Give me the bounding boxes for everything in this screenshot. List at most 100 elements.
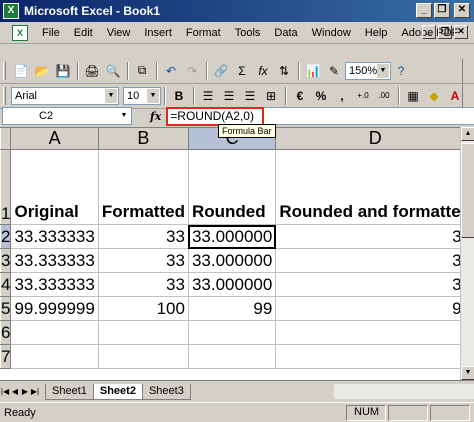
menu-tools[interactable]: Tools bbox=[235, 27, 261, 39]
cell-a1[interactable]: Original bbox=[10, 149, 99, 225]
cell-d1[interactable]: Rounded and formatted bbox=[275, 149, 474, 225]
menu-file[interactable]: File bbox=[42, 27, 60, 39]
menu-format[interactable]: Format bbox=[186, 27, 221, 39]
fill-color-icon[interactable]: ◆ bbox=[424, 86, 444, 106]
print-preview-icon[interactable]: 🔍 bbox=[103, 61, 123, 81]
close-button[interactable]: ✕ bbox=[454, 3, 470, 18]
cell-d4[interactable]: 33 bbox=[275, 272, 474, 297]
cell-a3[interactable]: 33.333333 bbox=[10, 248, 99, 273]
borders-icon[interactable]: ▦ bbox=[403, 86, 423, 106]
insert-function-label[interactable]: fx bbox=[150, 110, 161, 123]
name-box[interactable]: C2 ▼ bbox=[2, 107, 132, 125]
chevron-down-icon[interactable]: ▼ bbox=[105, 88, 117, 103]
align-center-icon[interactable]: ☰ bbox=[219, 86, 239, 106]
worksheet-grid[interactable]: A B C D 1 Original Formatted Rounded Rou… bbox=[0, 127, 474, 380]
cell-c5[interactable]: 99 bbox=[187, 296, 277, 321]
cell-c4[interactable]: 33.000000 bbox=[187, 272, 277, 297]
save-icon[interactable]: 💾 bbox=[53, 61, 73, 81]
chevron-down-icon[interactable]: ▼ bbox=[118, 109, 130, 123]
menu-window[interactable]: Window bbox=[312, 27, 351, 39]
open-icon[interactable]: 📂 bbox=[32, 61, 52, 81]
scroll-down-icon[interactable]: ▼ bbox=[461, 366, 474, 380]
cell-b4[interactable]: 33 bbox=[97, 272, 189, 297]
tab-sheet1[interactable]: Sheet1 bbox=[45, 383, 94, 400]
align-left-icon[interactable]: ☰ bbox=[198, 86, 218, 106]
hyperlink-icon[interactable]: 🔗 bbox=[211, 61, 231, 81]
bold-button[interactable]: B bbox=[169, 86, 189, 106]
decrease-decimal-button[interactable]: .00 bbox=[374, 86, 394, 106]
row-header-3[interactable]: 3 bbox=[0, 248, 12, 273]
menu-help[interactable]: Help bbox=[365, 27, 388, 39]
cell-c6[interactable] bbox=[187, 320, 277, 345]
column-header-a[interactable]: A bbox=[10, 127, 99, 150]
chart-wizard-icon[interactable]: 📊 bbox=[303, 61, 323, 81]
cell-d5[interactable]: 99 bbox=[275, 296, 474, 321]
first-sheet-icon[interactable]: |◀ bbox=[0, 387, 10, 396]
copy-icon[interactable]: ⧉ bbox=[132, 61, 152, 81]
autosum-icon[interactable]: Σ bbox=[232, 61, 252, 81]
cell-c3[interactable]: 33.000000 bbox=[187, 248, 277, 273]
restore-button[interactable]: ❐ bbox=[434, 3, 450, 18]
cell-d6[interactable] bbox=[275, 320, 474, 345]
cell-d7[interactable] bbox=[275, 344, 474, 369]
zoom-select[interactable]: 150% ▼ bbox=[345, 61, 391, 80]
row-header-5[interactable]: 5 bbox=[0, 296, 12, 321]
sort-ascending-icon[interactable]: ⇅ bbox=[274, 61, 294, 81]
row-header-6[interactable]: 6 bbox=[0, 320, 12, 345]
chevron-down-icon[interactable]: ▼ bbox=[147, 88, 159, 103]
cell-a4[interactable]: 33.333333 bbox=[10, 272, 99, 297]
row-header-2[interactable]: 2 bbox=[0, 224, 12, 249]
cell-b3[interactable]: 33 bbox=[97, 248, 189, 273]
currency-button[interactable]: € bbox=[290, 86, 310, 106]
help-icon[interactable]: ? bbox=[391, 61, 411, 81]
horizontal-scrollbar[interactable] bbox=[334, 384, 474, 399]
doc-close-button[interactable]: ✕ bbox=[454, 25, 468, 39]
scroll-up-icon[interactable]: ▲ bbox=[461, 127, 474, 141]
cell-c1[interactable]: Rounded bbox=[187, 149, 277, 225]
workbook-icon[interactable]: X bbox=[12, 24, 28, 41]
redo-icon[interactable]: ↷ bbox=[182, 61, 202, 81]
scroll-thumb[interactable] bbox=[461, 143, 474, 238]
increase-decimal-button[interactable]: +.0 bbox=[353, 86, 373, 106]
font-size-select[interactable]: 10 ▼ bbox=[123, 86, 161, 105]
tab-sheet2[interactable]: Sheet2 bbox=[92, 383, 143, 400]
row-header-7[interactable]: 7 bbox=[0, 344, 12, 369]
menu-data[interactable]: Data bbox=[274, 27, 297, 39]
cell-b7[interactable] bbox=[97, 344, 189, 369]
percent-button[interactable]: % bbox=[311, 86, 331, 106]
cell-a7[interactable] bbox=[10, 344, 99, 369]
cell-c7[interactable] bbox=[187, 344, 277, 369]
doc-minimize-button[interactable]: _ bbox=[422, 25, 436, 39]
last-sheet-icon[interactable]: ▶| bbox=[30, 387, 40, 396]
cell-b1[interactable]: Formatted bbox=[97, 149, 189, 225]
vertical-scrollbar[interactable]: ▲ ▼ bbox=[460, 127, 474, 380]
comma-button[interactable]: , bbox=[332, 86, 352, 106]
formula-input[interactable]: =ROUND(A2,0) bbox=[166, 106, 265, 126]
align-right-icon[interactable]: ☰ bbox=[240, 86, 260, 106]
cell-d3[interactable]: 33 bbox=[275, 248, 474, 273]
cell-b5[interactable]: 100 bbox=[97, 296, 189, 321]
column-header-b[interactable]: B bbox=[97, 127, 189, 150]
select-all[interactable] bbox=[0, 127, 12, 150]
doc-restore-button[interactable]: ❐ bbox=[438, 25, 452, 39]
toolbar-grip[interactable] bbox=[3, 61, 6, 80]
row-header-4[interactable]: 4 bbox=[0, 272, 12, 297]
prev-sheet-icon[interactable]: ◀ bbox=[10, 387, 20, 396]
print-icon[interactable]: 🖨 bbox=[82, 61, 102, 81]
insert-function-icon[interactable]: fx bbox=[253, 61, 273, 81]
cell-a6[interactable] bbox=[10, 320, 99, 345]
tab-sheet3[interactable]: Sheet3 bbox=[141, 383, 191, 400]
new-icon[interactable]: 📄 bbox=[11, 61, 31, 81]
chevron-down-icon[interactable]: ▼ bbox=[377, 63, 389, 78]
font-name-select[interactable]: Arial ▼ bbox=[11, 86, 119, 105]
cell-a5[interactable]: 99.999999 bbox=[10, 296, 99, 321]
formula-input-area[interactable] bbox=[264, 107, 474, 125]
minimize-button[interactable]: _ bbox=[416, 3, 432, 18]
cell-d2[interactable]: 33 bbox=[275, 224, 474, 249]
menu-view[interactable]: View bbox=[107, 27, 131, 39]
toolbar-grip[interactable] bbox=[3, 86, 6, 105]
row-header-1[interactable]: 1 bbox=[0, 149, 12, 225]
cell-b2[interactable]: 33 bbox=[97, 224, 189, 249]
cell-a2[interactable]: 33.333333 bbox=[10, 224, 99, 249]
undo-icon[interactable]: ↶ bbox=[161, 61, 181, 81]
